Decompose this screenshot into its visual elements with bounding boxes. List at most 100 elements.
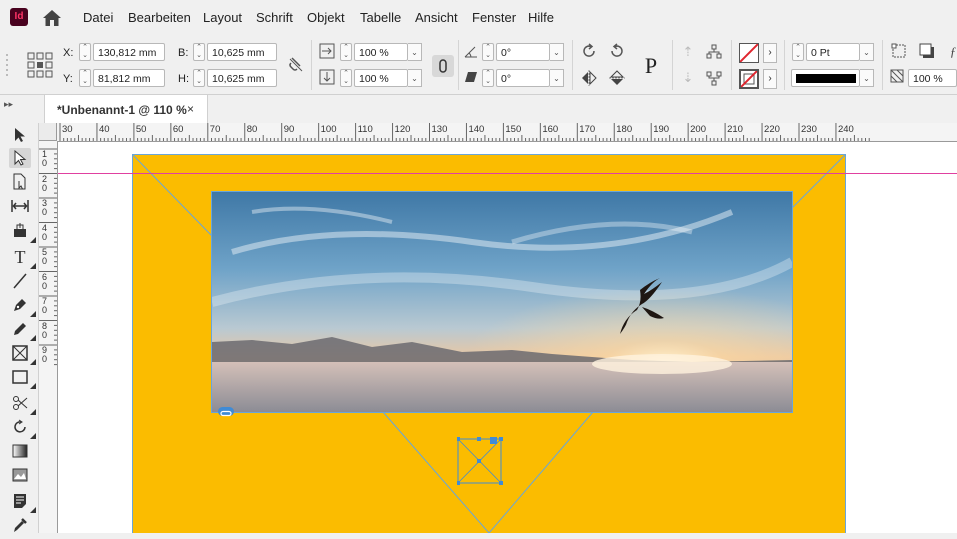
line-tool-icon[interactable] — [9, 271, 31, 291]
menu-bearbeiten[interactable]: Bearbeiten — [128, 10, 191, 25]
width-label: B: — [178, 47, 189, 59]
select-next-icon[interactable] — [705, 69, 723, 87]
constrain-proportions-icon[interactable] — [287, 55, 305, 73]
drop-shadow-icon[interactable] — [918, 43, 936, 61]
scale-y-dropdown[interactable]: ⌄ — [408, 69, 422, 87]
gradient-feather-tool-icon[interactable] — [9, 465, 31, 485]
pen-tool-icon[interactable] — [9, 295, 31, 315]
menu-datei[interactable]: Datei — [83, 10, 113, 25]
note-tool-icon[interactable] — [9, 491, 31, 511]
flyout-indicator-icon — [30, 433, 36, 439]
stroke-dropdown[interactable]: › — [763, 69, 777, 89]
width-stepper[interactable]: ⌃ ⌄ — [193, 43, 205, 61]
menu-bar: Id Datei Bearbeiten Layout Schrift Objek… — [0, 0, 957, 36]
scale-y-field[interactable]: 100 % — [354, 69, 408, 87]
menu-tabelle[interactable]: Tabelle — [360, 10, 401, 25]
menu-ansicht[interactable]: Ansicht — [415, 10, 458, 25]
y-stepper[interactable]: ⌃ ⌄ — [79, 69, 91, 87]
shear-angle-icon — [462, 69, 480, 87]
rectangle-frame-tool-icon[interactable] — [9, 343, 31, 363]
shear-stepper[interactable]: ⌃ ⌄ — [482, 69, 494, 87]
flyout-indicator-icon — [30, 507, 36, 513]
flip-vertical-icon[interactable] — [608, 69, 626, 87]
separator — [458, 40, 459, 90]
reference-point-icon[interactable] — [27, 52, 53, 78]
rotate-ccw-icon[interactable] — [608, 42, 626, 60]
fill-dropdown[interactable]: › — [763, 43, 777, 63]
menu-layout[interactable]: Layout — [203, 10, 242, 25]
scale-x-stepper[interactable]: ⌃ ⌄ — [340, 43, 352, 61]
ruler-tick-label: 210 — [727, 124, 743, 135]
ruler-origin[interactable] — [39, 123, 57, 141]
ruler-tick-label: 10 — [42, 149, 48, 168]
select-container-icon[interactable]: ⇡ — [679, 43, 697, 61]
menu-fenster[interactable]: Fenster — [472, 10, 516, 25]
scissors-tool-icon[interactable] — [9, 393, 31, 413]
corner-options-icon[interactable] — [890, 43, 908, 61]
scale-x-dropdown[interactable]: ⌄ — [408, 43, 422, 61]
link-badge-icon[interactable] — [218, 407, 234, 417]
horizontal-ruler[interactable]: 30 40 50 60 70 80 90 100 110 120 130 140 150 160 170 18… — [57, 123, 957, 142]
menu-objekt[interactable]: Objekt — [307, 10, 345, 25]
separator — [882, 40, 883, 90]
shear-dropdown[interactable]: ⌄ — [550, 69, 564, 87]
select-content-icon[interactable]: ⇣ — [679, 69, 697, 87]
stroke-type-field[interactable] — [791, 69, 860, 87]
eyedropper-tool-icon[interactable] — [9, 515, 31, 535]
fill-swatch-icon[interactable] — [739, 43, 759, 63]
panel-grip-icon[interactable] — [4, 52, 10, 80]
menu-hilfe[interactable]: Hilfe — [528, 10, 554, 25]
y-field[interactable]: 81,812 mm — [93, 69, 165, 87]
ruler-tick-label: 170 — [579, 124, 596, 135]
stroke-swatch-icon[interactable] — [739, 69, 759, 89]
scale-y-stepper[interactable]: ⌃ ⌄ — [340, 69, 352, 87]
opacity-field[interactable]: 100 % — [908, 69, 957, 87]
close-tab-button[interactable]: × — [187, 102, 194, 116]
link-scale-icon[interactable] — [432, 55, 454, 77]
height-stepper[interactable]: ⌃ ⌄ — [193, 69, 205, 87]
rotate-cw-icon[interactable] — [580, 42, 598, 60]
gradient-swatch-tool-icon[interactable] — [9, 441, 31, 461]
scale-x-field[interactable]: 100 % — [354, 43, 408, 61]
home-icon[interactable] — [42, 9, 62, 27]
selected-small-frame[interactable] — [456, 437, 503, 485]
stroke-weight-field[interactable]: 0 Pt — [806, 43, 860, 61]
ruler-tick-label: 90 — [42, 345, 48, 364]
rotate-dropdown[interactable]: ⌄ — [550, 43, 564, 61]
ruler-tick-label: 50 — [42, 247, 48, 266]
rectangle-tool-icon[interactable] — [9, 367, 31, 387]
height-field[interactable]: 10,625 mm — [207, 69, 277, 87]
ruler-tick-label: 110 — [357, 124, 373, 135]
type-tool-icon[interactable]: T — [9, 247, 31, 267]
selection-tool-icon[interactable] — [9, 125, 31, 145]
stroke-weight-dropdown[interactable]: ⌄ — [860, 43, 874, 61]
canvas[interactable] — [58, 142, 957, 533]
photo-eagle-sky[interactable] — [211, 191, 793, 413]
x-field[interactable]: 130,812 mm — [93, 43, 165, 61]
x-stepper[interactable]: ⌃ ⌄ — [79, 43, 91, 61]
stroke-type-preview — [796, 74, 856, 83]
select-previous-icon[interactable] — [705, 43, 723, 61]
gap-tool-icon[interactable] — [9, 196, 31, 216]
effects-icon[interactable]: ƒ — [944, 43, 957, 61]
document-tab[interactable]: *Unbenannt-1 @ 110 % × — [44, 95, 208, 123]
page-tool-icon[interactable] — [9, 172, 31, 192]
rotate-tool-icon[interactable] — [9, 417, 31, 437]
scale-y-icon — [318, 69, 336, 87]
width-field[interactable]: 10,625 mm — [207, 43, 277, 61]
stroke-weight-stepper[interactable]: ⌃ ⌄ — [792, 43, 804, 61]
menu-schrift[interactable]: Schrift — [256, 10, 293, 25]
stroke-type-dropdown[interactable]: ⌄ — [860, 69, 874, 87]
flyout-indicator-icon — [30, 237, 36, 243]
direct-selection-tool-icon[interactable] — [9, 148, 31, 168]
flip-horizontal-icon[interactable] — [580, 69, 598, 87]
shear-field[interactable]: 0° — [496, 69, 550, 87]
rotate-field[interactable]: 0° — [496, 43, 550, 61]
pencil-tool-icon[interactable] — [9, 319, 31, 339]
ruler-tick-label: 50 — [135, 124, 147, 135]
content-collector-icon[interactable] — [9, 220, 31, 240]
collapse-panel-icon[interactable]: ▸▸ — [4, 99, 13, 110]
rotate-stepper[interactable]: ⌃ ⌄ — [482, 43, 494, 61]
vertical-ruler[interactable]: 10 20 30 40 50 60 70 80 90 — [39, 141, 58, 533]
ruler-tick-label: 70 — [42, 296, 48, 315]
